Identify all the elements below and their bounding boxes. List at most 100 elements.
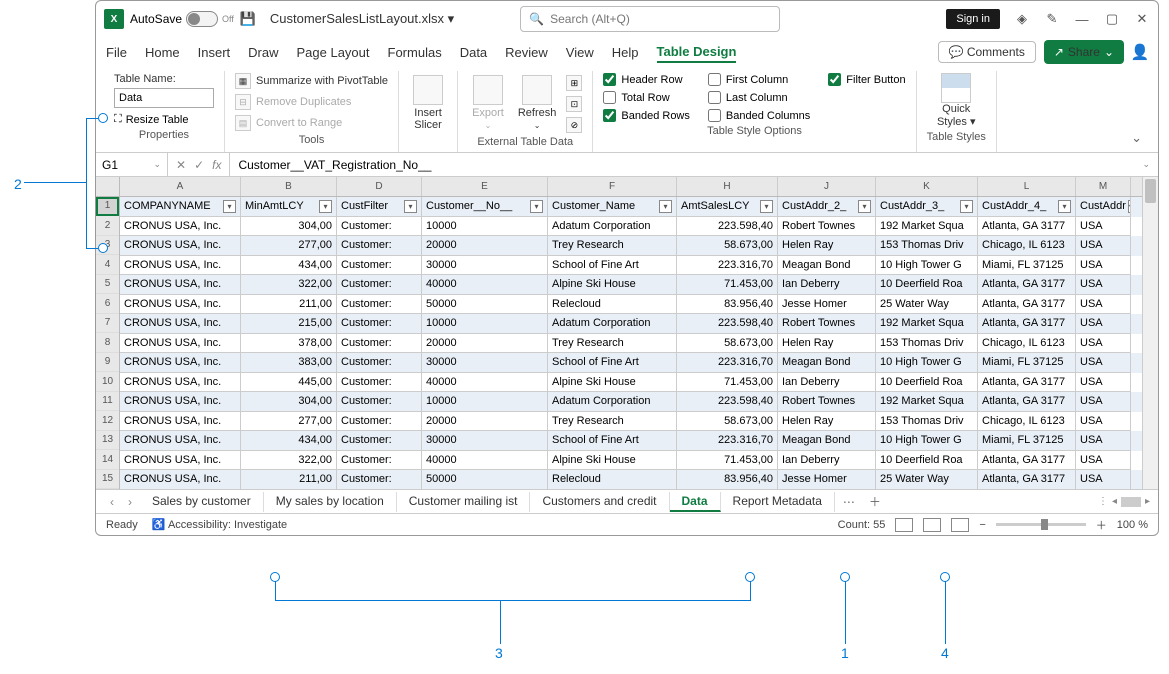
filter-icon[interactable]: ▾ bbox=[760, 200, 773, 213]
cell[interactable]: Atlanta, GA 3177 bbox=[978, 314, 1076, 334]
sheet-tab[interactable]: My sales by location bbox=[264, 492, 397, 512]
zoom-out-icon[interactable]: − bbox=[979, 519, 985, 531]
cell[interactable]: Trey Research bbox=[548, 412, 677, 432]
table-row[interactable]: CRONUS USA, Inc.434,00Customer:30000Scho… bbox=[120, 256, 1142, 276]
cell[interactable]: CRONUS USA, Inc. bbox=[120, 470, 241, 489]
table-row[interactable]: CRONUS USA, Inc.322,00Customer:40000Alpi… bbox=[120, 451, 1142, 471]
cell[interactable]: Alpine Ski House bbox=[548, 451, 677, 471]
col-header[interactable]: J bbox=[778, 177, 876, 196]
cell[interactable]: 10000 bbox=[422, 314, 548, 334]
cell[interactable]: 277,00 bbox=[241, 412, 337, 432]
cell[interactable]: USA bbox=[1076, 314, 1131, 334]
cell[interactable]: USA bbox=[1076, 334, 1131, 354]
cell[interactable]: Customer: bbox=[337, 334, 422, 354]
menu-formulas[interactable]: Formulas bbox=[388, 43, 442, 62]
summarize-pivot-button[interactable]: ▦Summarize with PivotTable bbox=[235, 73, 388, 89]
cell[interactable]: Trey Research bbox=[548, 236, 677, 256]
col-header[interactable]: A bbox=[120, 177, 241, 196]
table-header-cell[interactable]: CustAddr▾ bbox=[1076, 197, 1131, 217]
table-header-cell[interactable]: Customer_Name▾ bbox=[548, 197, 677, 217]
cell[interactable]: Customer: bbox=[337, 314, 422, 334]
table-name-input[interactable] bbox=[114, 88, 214, 108]
name-box[interactable]: G1⌄ bbox=[96, 153, 168, 176]
cell[interactable]: 20000 bbox=[422, 334, 548, 354]
cell[interactable]: CRONUS USA, Inc. bbox=[120, 431, 241, 451]
cell[interactable]: 10 Deerfield Roa bbox=[876, 451, 978, 471]
zoom-in-icon[interactable]: ＋ bbox=[1096, 517, 1107, 533]
row-header[interactable]: 2 bbox=[96, 216, 119, 236]
minimize-icon[interactable]: — bbox=[1074, 11, 1090, 27]
cell[interactable]: USA bbox=[1076, 470, 1131, 489]
cell[interactable]: 30000 bbox=[422, 431, 548, 451]
table-row[interactable]: CRONUS USA, Inc.434,00Customer:30000Scho… bbox=[120, 431, 1142, 451]
cell[interactable]: Adatum Corporation bbox=[548, 314, 677, 334]
cell[interactable]: 10000 bbox=[422, 392, 548, 412]
cell[interactable]: CRONUS USA, Inc. bbox=[120, 392, 241, 412]
cell[interactable]: Robert Townes bbox=[778, 392, 876, 412]
cell[interactable]: Customer: bbox=[337, 353, 422, 373]
cell[interactable]: USA bbox=[1076, 392, 1131, 412]
cell[interactable]: 30000 bbox=[422, 256, 548, 276]
cell[interactable]: CRONUS USA, Inc. bbox=[120, 275, 241, 295]
cell[interactable]: 20000 bbox=[422, 412, 548, 432]
cell[interactable]: 30000 bbox=[422, 353, 548, 373]
cell[interactable]: Customer: bbox=[337, 256, 422, 276]
col-header[interactable]: H bbox=[677, 177, 778, 196]
toggle-switch-icon[interactable] bbox=[186, 11, 218, 27]
view-pagelayout-icon[interactable] bbox=[923, 518, 941, 532]
share-button[interactable]: ↗ Share ⌄ bbox=[1044, 40, 1124, 64]
cell[interactable]: 277,00 bbox=[241, 236, 337, 256]
cell[interactable]: 192 Market Squa bbox=[876, 217, 978, 237]
hscroll-handle-icon[interactable]: ⋮ bbox=[1098, 496, 1108, 507]
cell[interactable]: 223.598,40 bbox=[677, 217, 778, 237]
table-row[interactable]: CRONUS USA, Inc.445,00Customer:40000Alpi… bbox=[120, 373, 1142, 393]
convert-range-button[interactable]: ▤Convert to Range bbox=[235, 115, 388, 131]
row-header[interactable]: 11 bbox=[96, 392, 119, 412]
cell[interactable]: 223.316,70 bbox=[677, 431, 778, 451]
cell[interactable]: Customer: bbox=[337, 217, 422, 237]
cell[interactable]: Jesse Homer bbox=[778, 470, 876, 489]
menu-page-layout[interactable]: Page Layout bbox=[297, 43, 370, 62]
row-header[interactable]: 9 bbox=[96, 353, 119, 373]
check-banded-cols[interactable]: Banded Columns bbox=[708, 109, 810, 122]
cell[interactable]: CRONUS USA, Inc. bbox=[120, 314, 241, 334]
table-row[interactable]: CRONUS USA, Inc.215,00Customer:10000Adat… bbox=[120, 314, 1142, 334]
cell[interactable]: CRONUS USA, Inc. bbox=[120, 295, 241, 315]
formula-input[interactable]: Customer__VAT_Registration_No__⌄ bbox=[230, 153, 1158, 176]
vertical-scrollbar[interactable] bbox=[1142, 177, 1158, 489]
table-row[interactable]: CRONUS USA, Inc.383,00Customer:30000Scho… bbox=[120, 353, 1142, 373]
cell[interactable]: USA bbox=[1076, 353, 1131, 373]
fx-icon[interactable]: fx bbox=[212, 158, 221, 172]
cell[interactable]: 223.316,70 bbox=[677, 353, 778, 373]
table-body[interactable]: COMPANYNAME▾MinAmtLCY▾CustFilter▾Custome… bbox=[120, 197, 1142, 489]
cell[interactable]: USA bbox=[1076, 431, 1131, 451]
table-header-cell[interactable]: CustAddr_3_▾ bbox=[876, 197, 978, 217]
cell[interactable]: 153 Thomas Driv bbox=[876, 334, 978, 354]
cell[interactable]: 304,00 bbox=[241, 392, 337, 412]
cell[interactable]: Meagan Bond bbox=[778, 353, 876, 373]
filter-icon[interactable]: ▾ bbox=[960, 200, 973, 213]
cell[interactable]: Atlanta, GA 3177 bbox=[978, 217, 1076, 237]
cell[interactable]: 192 Market Squa bbox=[876, 314, 978, 334]
cell[interactable]: Chicago, IL 6123 bbox=[978, 236, 1076, 256]
cell[interactable]: USA bbox=[1076, 412, 1131, 432]
cell[interactable]: USA bbox=[1076, 451, 1131, 471]
table-header-cell[interactable]: CustAddr_2_▾ bbox=[778, 197, 876, 217]
cell[interactable]: 40000 bbox=[422, 275, 548, 295]
cell[interactable]: 211,00 bbox=[241, 295, 337, 315]
ext-icon-3[interactable]: ⊘ bbox=[566, 117, 582, 133]
cell[interactable]: Miami, FL 37125 bbox=[978, 431, 1076, 451]
cell[interactable]: 25 Water Way bbox=[876, 470, 978, 489]
cell[interactable]: 71.453,00 bbox=[677, 373, 778, 393]
cell[interactable]: Miami, FL 37125 bbox=[978, 353, 1076, 373]
cell[interactable]: Helen Ray bbox=[778, 412, 876, 432]
cell[interactable]: 434,00 bbox=[241, 256, 337, 276]
cell[interactable]: Atlanta, GA 3177 bbox=[978, 451, 1076, 471]
cell[interactable]: School of Fine Art bbox=[548, 353, 677, 373]
cell[interactable]: 71.453,00 bbox=[677, 451, 778, 471]
quick-styles-button[interactable]: Quick Styles ▾ bbox=[927, 73, 986, 128]
col-header[interactable]: L bbox=[978, 177, 1076, 196]
filter-icon[interactable]: ▾ bbox=[659, 200, 672, 213]
cell[interactable]: 223.598,40 bbox=[677, 314, 778, 334]
cell[interactable]: Meagan Bond bbox=[778, 431, 876, 451]
